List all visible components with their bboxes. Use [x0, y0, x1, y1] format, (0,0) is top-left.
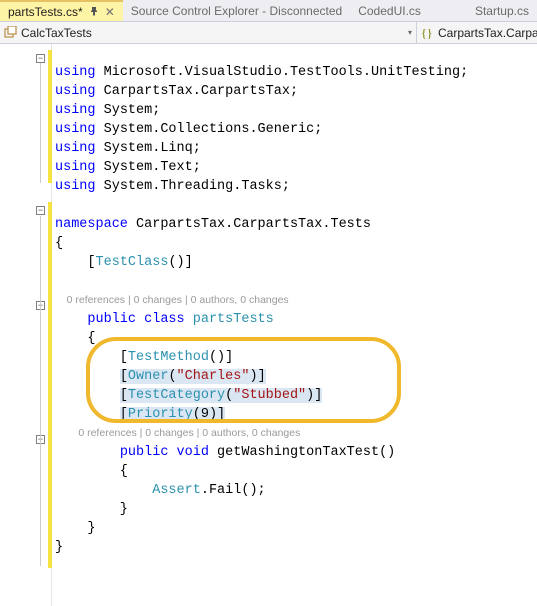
code-nav-bar: CalcTaxTests ▾ {} CarpartsTax.Carpar — [0, 22, 537, 44]
tab-partstests[interactable]: partsTests.cs* ✕ — [0, 0, 123, 21]
class-dropdown-label: CalcTaxTests — [21, 26, 92, 40]
kw: void — [177, 445, 209, 460]
method-call: Fail — [209, 483, 241, 498]
member-dropdown-label: CarpartsTax.Carpar — [438, 26, 537, 40]
kw: using — [55, 179, 96, 194]
tab-label: CodedUI.cs — [358, 4, 421, 18]
num: 9 — [201, 407, 209, 422]
pin-icon[interactable] — [89, 5, 99, 19]
attr: TestCategory — [128, 388, 225, 403]
kw: using — [55, 65, 96, 80]
tab-label: Startup.cs — [475, 4, 529, 18]
ns: CarpartsTax.CarpartsTax — [104, 84, 290, 99]
kw: using — [55, 103, 96, 118]
ns: System.Linq — [104, 141, 193, 156]
attr: TestClass — [96, 255, 169, 270]
outline-toggle[interactable] — [36, 206, 45, 215]
codelens-method[interactable]: 0 references | 0 changes | 0 authors, 0 … — [55, 427, 300, 439]
ns: Microsoft.VisualStudio.TestTools.UnitTes… — [104, 65, 460, 80]
namespace-icon: {} — [421, 26, 434, 39]
class-icon — [4, 26, 17, 39]
kw: class — [144, 312, 185, 327]
attr: Owner — [128, 369, 169, 384]
kw: public — [87, 312, 136, 327]
chevron-down-icon: ▾ — [408, 28, 412, 37]
tab-label: partsTests.cs* — [8, 5, 83, 19]
codelens-class[interactable]: 0 references | 0 changes | 0 authors, 0 … — [55, 294, 289, 306]
ns: System.Threading.Tasks — [104, 179, 282, 194]
kw: using — [55, 122, 96, 137]
code-area[interactable]: using Microsoft.VisualStudio.TestTools.U… — [52, 44, 537, 606]
method-name: getWashingtonTaxTest — [217, 445, 379, 460]
tab-source-control[interactable]: Source Control Explorer - Disconnected — [123, 0, 350, 21]
kw: namespace — [55, 217, 128, 232]
class-dropdown[interactable]: CalcTaxTests ▾ — [0, 22, 417, 43]
kw: public — [120, 445, 169, 460]
tab-codedui[interactable]: CodedUI.cs — [350, 0, 429, 21]
ns: System — [104, 103, 153, 118]
attr: TestMethod — [128, 350, 209, 365]
ns: System.Text — [104, 160, 193, 175]
ns: System.Collections.Generic — [104, 122, 315, 137]
attr: Priority — [128, 407, 193, 422]
outline-toggle[interactable] — [36, 54, 45, 63]
tab-strip: partsTests.cs* ✕ Source Control Explorer… — [0, 0, 537, 22]
kw: using — [55, 160, 96, 175]
svg-text:{}: {} — [421, 26, 433, 39]
member-dropdown[interactable]: {} CarpartsTax.Carpar — [417, 26, 537, 40]
ns-name: CarpartsTax.CarpartsTax.Tests — [136, 217, 371, 232]
str: "Stubbed" — [233, 388, 306, 403]
gutter — [0, 44, 52, 606]
kw: using — [55, 141, 96, 156]
class-name: partsTests — [193, 312, 274, 327]
str: "Charles" — [177, 369, 250, 384]
tab-startup[interactable]: Startup.cs — [467, 0, 537, 21]
kw: using — [55, 84, 96, 99]
close-icon[interactable]: ✕ — [105, 5, 115, 19]
type: Assert — [152, 483, 201, 498]
editor: using Microsoft.VisualStudio.TestTools.U… — [0, 44, 537, 606]
tab-label: Source Control Explorer - Disconnected — [131, 4, 342, 18]
